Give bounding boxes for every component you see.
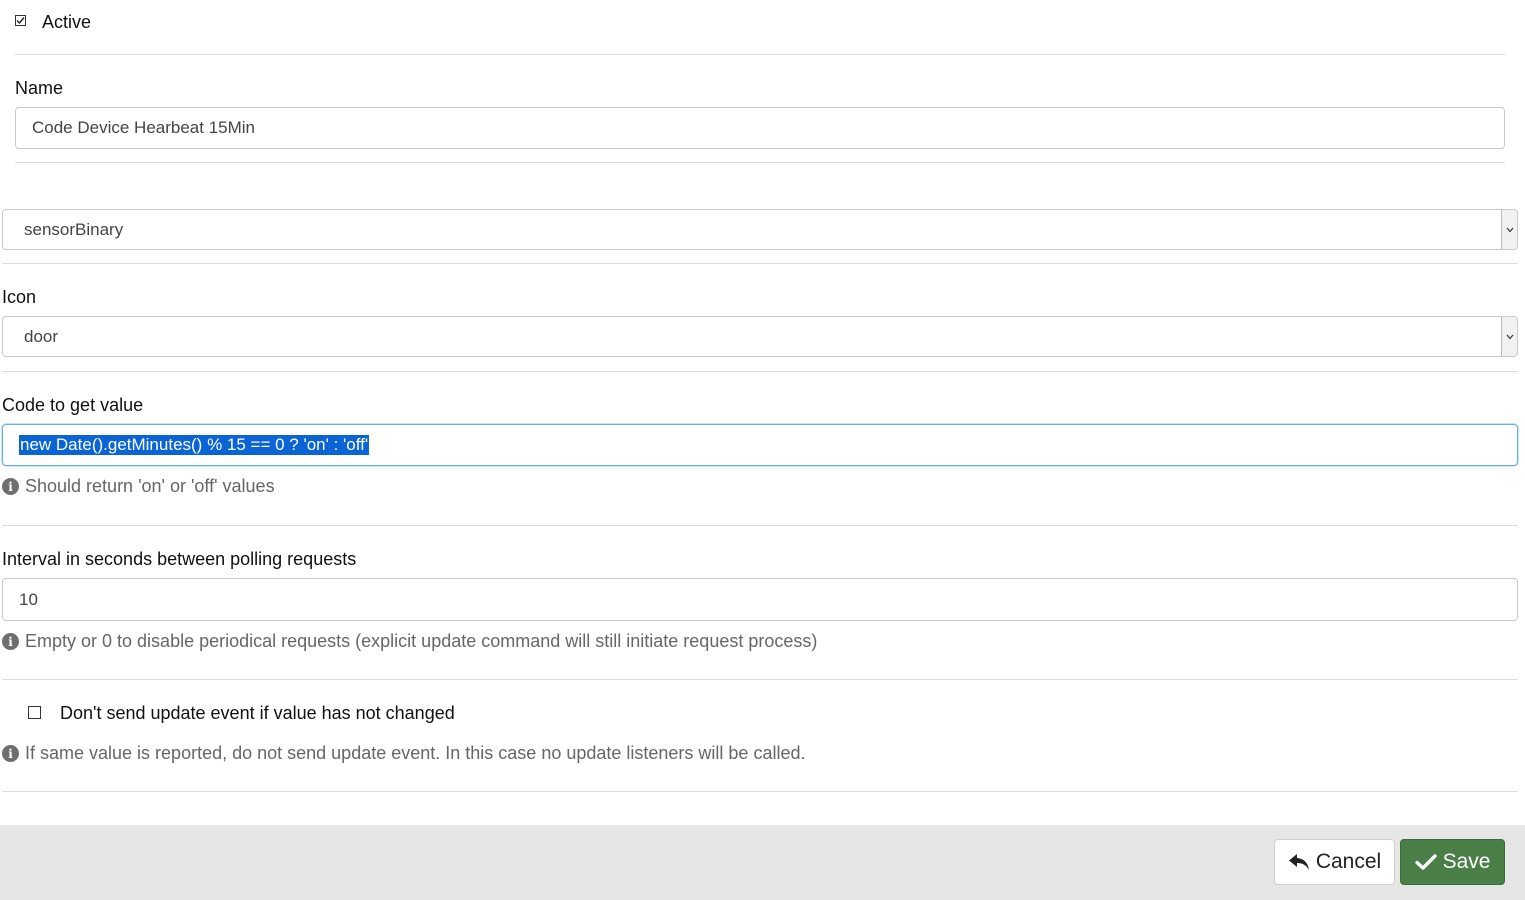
active-label: Active	[42, 12, 92, 32]
icon-select[interactable]: door	[2, 316, 1518, 357]
code-input[interactable]: new Date().getMinutes() % 15 == 0 ? 'on'…	[2, 424, 1518, 466]
icon-label: Icon	[2, 287, 37, 307]
skip-event-help-text: If same value is reported, do not send u…	[25, 743, 806, 763]
skip-event-label: Don't send update event if value has not…	[60, 703, 455, 723]
info-icon: i	[2, 745, 19, 762]
divider	[2, 371, 1518, 372]
info-icon: i	[2, 633, 19, 650]
divider	[2, 263, 1518, 264]
divider	[15, 54, 1505, 55]
check-icon	[16, 17, 25, 25]
code-help-text: Should return 'on' or 'off' values	[25, 476, 275, 496]
chevron-down-icon[interactable]	[1501, 210, 1517, 249]
device-type-select[interactable]: sensorBinary	[2, 209, 1518, 250]
skip-event-checkbox[interactable]	[28, 706, 41, 719]
interval-help: i Empty or 0 to disable periodical reque…	[2, 631, 817, 652]
skip-event-help: i If same value is reported, do not send…	[2, 743, 805, 764]
save-button[interactable]: Save	[1400, 839, 1505, 885]
save-label: Save	[1442, 850, 1491, 873]
check-icon	[1414, 854, 1437, 870]
divider	[2, 525, 1518, 526]
interval-help-text: Empty or 0 to disable periodical request…	[25, 631, 818, 651]
icon-value: door	[24, 326, 59, 346]
code-input-selected-text[interactable]: new Date().getMinutes() % 15 == 0 ? 'on'…	[19, 435, 370, 455]
code-label: Code to get value	[2, 395, 144, 415]
divider	[15, 162, 1505, 163]
active-checkbox[interactable]	[15, 15, 26, 26]
cancel-button[interactable]: Cancel	[1274, 839, 1395, 885]
code-help: i Should return 'on' or 'off' values	[2, 476, 275, 497]
undo-arrow-icon	[1288, 854, 1309, 870]
interval-input-text[interactable]	[19, 589, 1501, 610]
divider	[2, 791, 1518, 792]
name-input[interactable]	[15, 107, 1505, 149]
interval-label: Interval in seconds between polling requ…	[2, 549, 357, 569]
interval-input[interactable]	[2, 578, 1518, 621]
name-label: Name	[15, 78, 64, 98]
name-input-text[interactable]	[32, 118, 1488, 138]
divider	[2, 679, 1518, 680]
cancel-label: Cancel	[1315, 850, 1382, 873]
info-icon: i	[2, 478, 19, 495]
device-type-value: sensorBinary	[24, 219, 124, 239]
chevron-down-icon[interactable]	[1501, 317, 1517, 356]
